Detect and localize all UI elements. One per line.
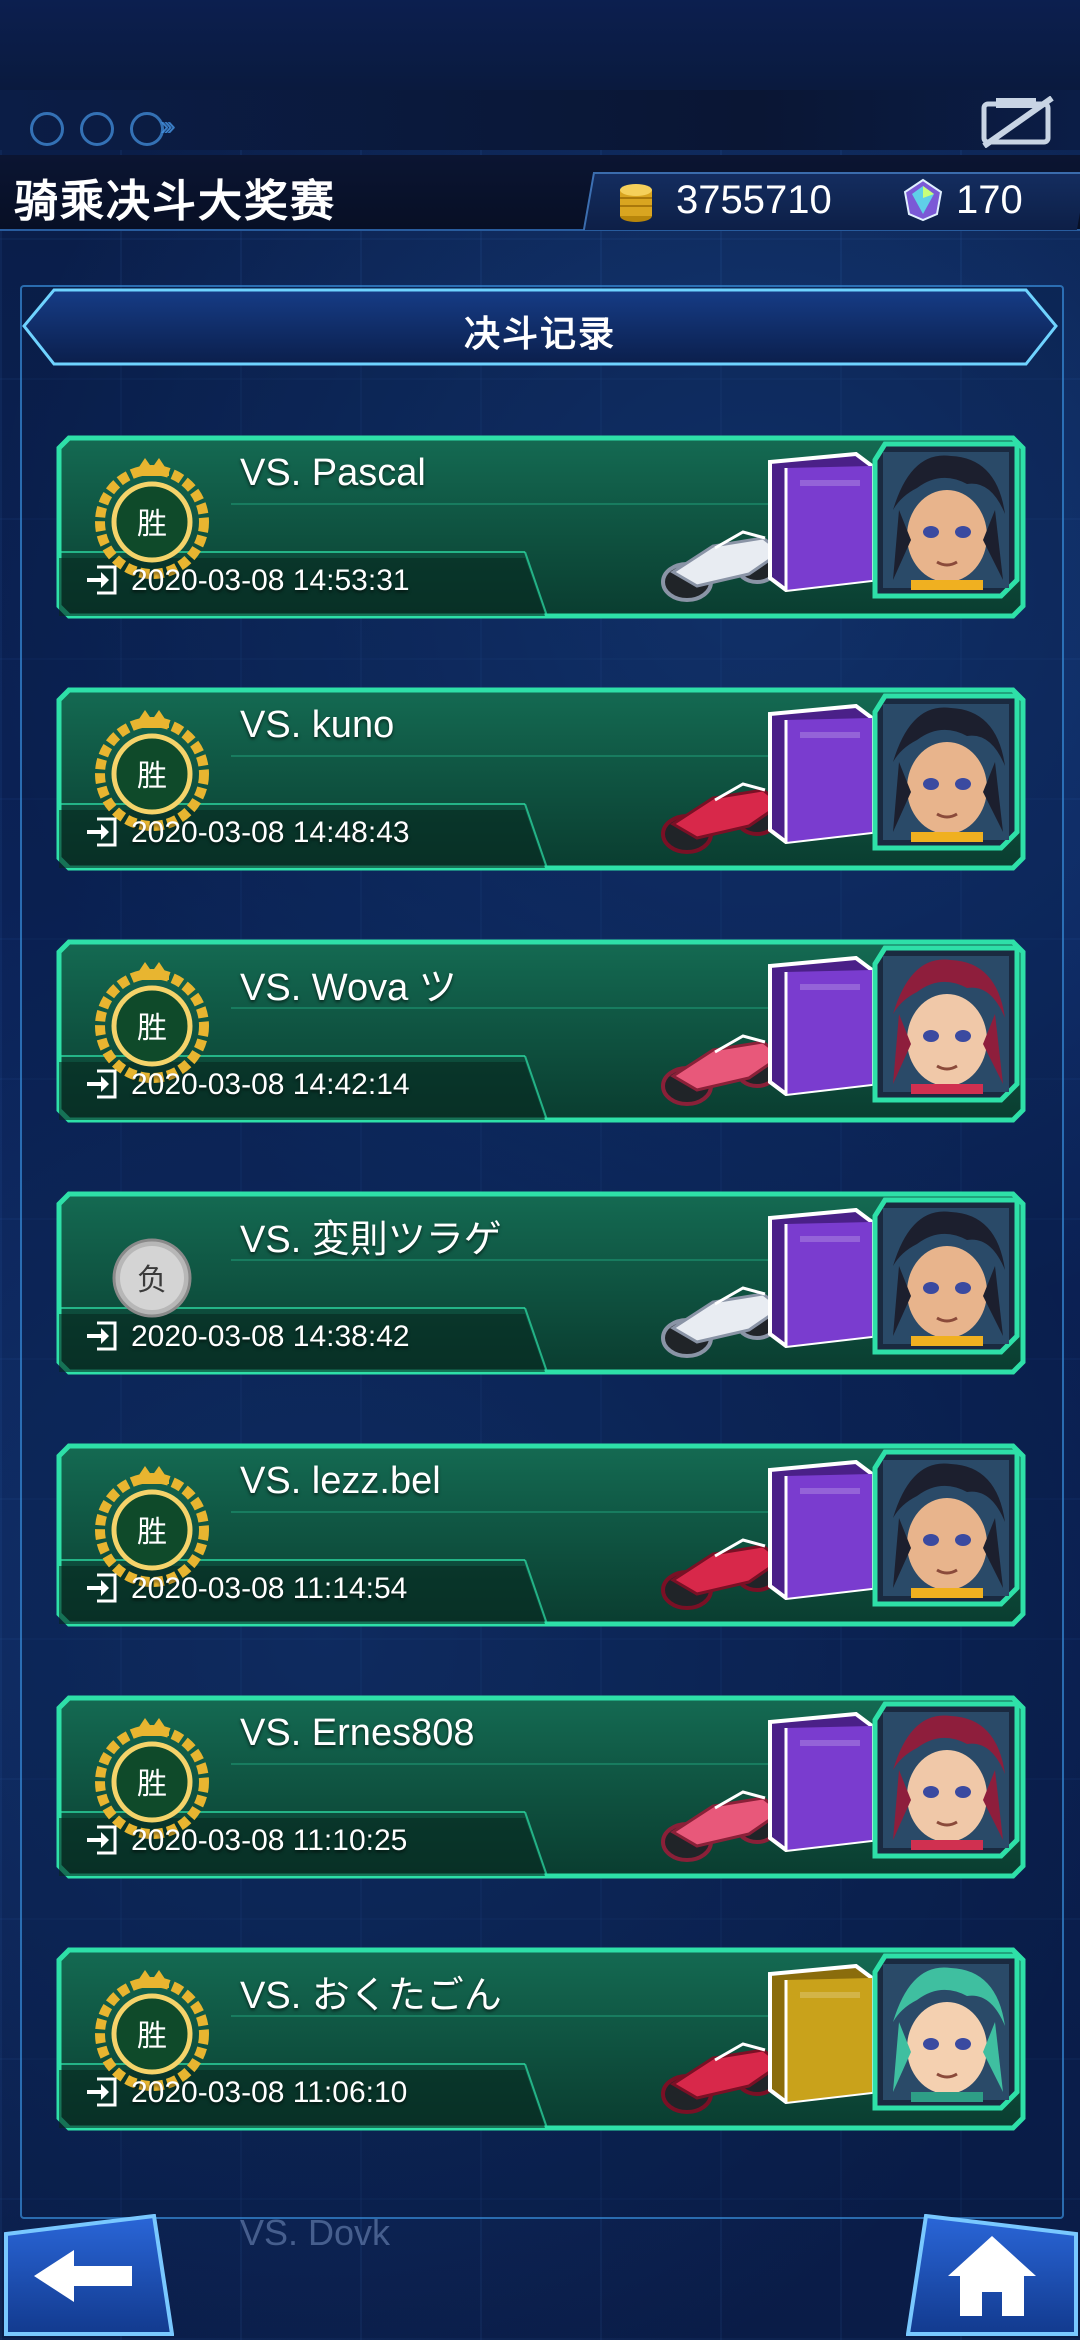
badge-text: 胜 bbox=[137, 1767, 167, 1802]
login-arrow-icon bbox=[87, 1573, 117, 1603]
login-arrow-icon bbox=[87, 2077, 117, 2107]
badge-text: 胜 bbox=[137, 759, 167, 794]
opponent-name: VS. kuno bbox=[240, 704, 395, 746]
badge-text: 胜 bbox=[137, 507, 167, 542]
duel-timestamp: 2020-03-08 14:42:14 bbox=[131, 1068, 410, 1101]
badge-text: 负 bbox=[137, 1263, 167, 1298]
duel-timestamp: 2020-03-08 14:38:42 bbox=[131, 1320, 410, 1353]
header-decoration-circles bbox=[30, 112, 164, 146]
duel-timestamp: 2020-03-08 14:53:31 bbox=[131, 564, 410, 597]
page-title: 骑乘决斗大奖赛 bbox=[14, 177, 336, 226]
win-badge-icon: 胜 bbox=[95, 962, 209, 1083]
duel-timestamp: 2020-03-08 14:48:43 bbox=[131, 816, 410, 849]
badge-text: 胜 bbox=[137, 2019, 167, 2054]
deck-box-icon bbox=[768, 956, 874, 1096]
duelist-avatar bbox=[872, 945, 1020, 1103]
duel-record-card[interactable]: 负 VS. 変則ツラゲ 2020-03-08 14:38:42 bbox=[55, 1188, 1027, 1378]
section-title: 决斗记录 bbox=[463, 313, 616, 354]
duelist-avatar bbox=[872, 1449, 1020, 1607]
win-badge-icon: 胜 bbox=[95, 1718, 209, 1839]
duel-record-card[interactable]: 胜 VS. Pascal 2020-03-08 14:53:31 bbox=[55, 432, 1027, 622]
top-strip bbox=[0, 0, 1080, 92]
deck-box-icon bbox=[768, 1208, 874, 1348]
opponent-name: VS. Wova ツ bbox=[240, 967, 457, 1009]
win-badge-icon: 胜 bbox=[95, 458, 209, 579]
duelist-avatar bbox=[872, 1701, 1020, 1859]
opponent-name: VS. Pascal bbox=[240, 452, 426, 494]
back-button[interactable] bbox=[4, 2214, 174, 2336]
duel-record-card[interactable]: 胜 VS. lezz.bel 2020-03-08 11:14:54 bbox=[55, 1440, 1027, 1630]
deck-box-icon bbox=[768, 1712, 874, 1852]
duel-record-card[interactable]: 胜 VS. おくたごん 2020-03-08 11:06:10 bbox=[55, 1944, 1027, 2134]
section-header: 决斗记录 bbox=[22, 288, 1058, 366]
duel-timestamp: 2020-03-08 11:10:25 bbox=[131, 1824, 408, 1857]
coin-count: 3755710 bbox=[676, 178, 832, 222]
duelist-avatar bbox=[872, 1197, 1020, 1355]
duel-timestamp: 2020-03-08 11:06:10 bbox=[131, 2076, 408, 2109]
win-badge-icon: 胜 bbox=[95, 710, 209, 831]
gem-count: 170 bbox=[956, 178, 1023, 222]
opponent-name: VS. lezz.bel bbox=[240, 1460, 441, 1502]
hide-display-icon[interactable] bbox=[978, 96, 1058, 148]
deck-box-icon bbox=[768, 1964, 874, 2104]
header-decoration-arrows: ››› bbox=[160, 110, 176, 141]
duel-record-card[interactable]: 胜 VS. kuno 2020-03-08 14:48:43 bbox=[55, 684, 1027, 874]
login-arrow-icon bbox=[87, 1069, 117, 1099]
login-arrow-icon bbox=[87, 1825, 117, 1855]
login-arrow-icon bbox=[87, 817, 117, 847]
opponent-name: VS. Ernes808 bbox=[240, 1712, 475, 1754]
duelist-avatar bbox=[872, 441, 1020, 599]
opponent-name: VS. 変則ツラゲ bbox=[240, 1219, 502, 1261]
badge-text: 胜 bbox=[137, 1011, 167, 1046]
badge-text: 胜 bbox=[137, 1515, 167, 1550]
duelist-avatar bbox=[872, 1953, 1020, 2111]
duel-timestamp: 2020-03-08 11:14:54 bbox=[131, 1572, 408, 1605]
loss-badge-icon: 负 bbox=[112, 1238, 192, 1318]
deck-box-icon bbox=[768, 704, 874, 844]
deck-box-icon bbox=[768, 452, 874, 592]
win-badge-icon: 胜 bbox=[95, 1970, 209, 2091]
coin-stack-icon bbox=[620, 184, 652, 222]
partial-list-item: VS. Dovk bbox=[240, 2212, 391, 2253]
home-button[interactable] bbox=[906, 2214, 1078, 2336]
win-badge-icon: 胜 bbox=[95, 1466, 209, 1587]
login-arrow-icon bbox=[87, 1321, 117, 1351]
opponent-name: VS. おくたごん bbox=[240, 1975, 502, 2017]
login-arrow-icon bbox=[87, 565, 117, 595]
duel-record-card[interactable]: 胜 VS. Ernes808 2020-03-08 11:10:25 bbox=[55, 1692, 1027, 1882]
deck-box-icon bbox=[768, 1460, 874, 1600]
duel-record-card[interactable]: 胜 VS. Wova ツ 2020-03-08 14:42:14 bbox=[55, 936, 1027, 1126]
gem-icon bbox=[903, 178, 943, 222]
duelist-avatar bbox=[872, 693, 1020, 851]
